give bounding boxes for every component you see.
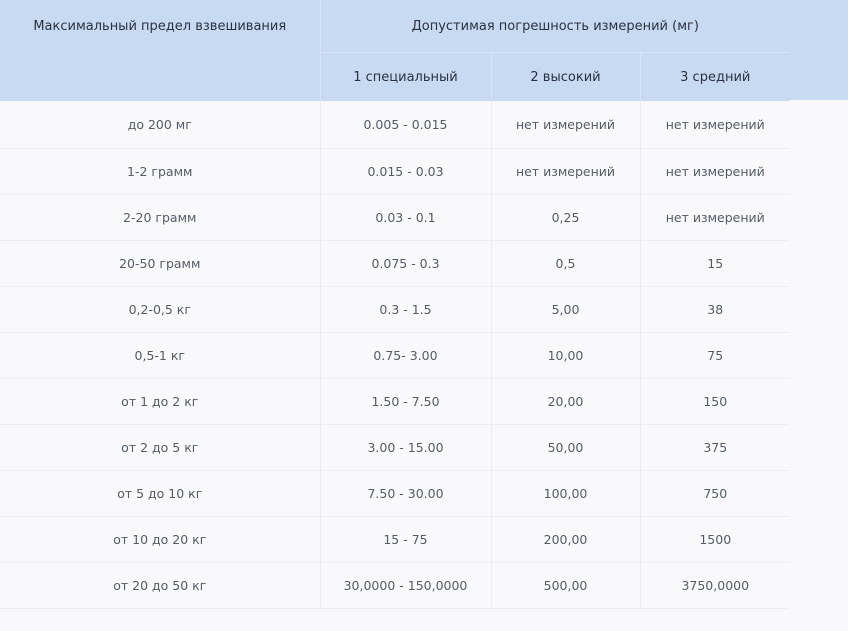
table-cell: 0.75- 3.00 [320, 332, 492, 379]
table-cell: 3750,0000 [640, 562, 791, 609]
table-cell: 750 [640, 470, 791, 517]
table-header: Максимальный предел взвешивания Допустим… [0, 0, 791, 101]
table-cell: 150 [640, 378, 791, 425]
weighing-tolerance-table: Максимальный предел взвешивания Допустим… [0, 0, 791, 609]
table-cell: 0,2-0,5 кг [0, 286, 321, 333]
table-cell: 0,25 [491, 194, 641, 241]
table-cell: 20-50 грамм [0, 240, 321, 287]
table-cell: 0.3 - 1.5 [320, 286, 492, 333]
header-class-high: 2 высокий [491, 52, 641, 101]
header-tolerance-group: Допустимая погрешность измерений (мг) [320, 0, 791, 53]
table-body: до 200 мг 0.005 - 0.015 нет измерений нет и… [0, 101, 791, 609]
table-cell: 200,00 [491, 516, 641, 563]
table-row: 0,5-1 кг 0.75- 3.00 10,00 75 [0, 332, 791, 379]
table-cell: 50,00 [491, 424, 641, 471]
table-cell: от 10 до 20 кг [0, 516, 321, 563]
table-cell: 1-2 грамм [0, 148, 321, 195]
table-cell: 75 [640, 332, 791, 379]
page: Максимальный предел взвешивания Допустим… [0, 0, 848, 631]
table-cell: 15 [640, 240, 791, 287]
table-row: 0,2-0,5 кг 0.3 - 1.5 5,00 38 [0, 286, 791, 333]
table-cell: от 20 до 50 кг [0, 562, 321, 609]
table-cell: 0,5-1 кг [0, 332, 321, 379]
header-max-limit: Максимальный предел взвешивания [0, 0, 321, 53]
table-cell: 20,00 [491, 378, 641, 425]
table-row: 1-2 грамм 0.015 - 0.03 нет измерений нет из… [0, 148, 791, 195]
table-row: 2-20 грамм 0.03 - 0.1 0,25 нет измерений [0, 194, 791, 241]
table-cell: нет измерений [640, 194, 791, 241]
table-cell: 38 [640, 286, 791, 333]
table-cell: 7.50 - 30.00 [320, 470, 492, 517]
table-row: до 200 мг 0.005 - 0.015 нет измерений нет и… [0, 101, 791, 149]
table-cell: от 1 до 2 кг [0, 378, 321, 425]
table-cell: 3.00 - 15.00 [320, 424, 492, 471]
table-row: от 2 до 5 кг 3.00 - 15.00 50,00 375 [0, 424, 791, 471]
table-cell: 0,5 [491, 240, 641, 287]
table-cell: нет измерений [640, 148, 791, 195]
table-cell: 100,00 [491, 470, 641, 517]
table-cell: 10,00 [491, 332, 641, 379]
table-cell: нет измерений [491, 148, 641, 195]
table-cell: 1500 [640, 516, 791, 563]
header-empty-cell [0, 52, 321, 101]
table-cell: 375 [640, 424, 791, 471]
table-cell: 5,00 [491, 286, 641, 333]
table-cell: нет измерений [640, 101, 791, 149]
table-cell: 0.03 - 0.1 [320, 194, 492, 241]
header-class-medium: 3 средний [640, 52, 791, 101]
table-row: от 10 до 20 кг 15 - 75 200,00 1500 [0, 516, 791, 563]
table-cell: 2-20 грамм [0, 194, 321, 241]
table-cell: от 2 до 5 кг [0, 424, 321, 471]
table-cell: 0.005 - 0.015 [320, 101, 492, 149]
table-cell: до 200 мг [0, 101, 321, 149]
table-cell: 0.075 - 0.3 [320, 240, 492, 287]
table-cell: 15 - 75 [320, 516, 492, 563]
table-cell: 500,00 [491, 562, 641, 609]
table-cell: 1.50 - 7.50 [320, 378, 492, 425]
table-cell: 0.015 - 0.03 [320, 148, 492, 195]
table-row: от 1 до 2 кг 1.50 - 7.50 20,00 150 [0, 378, 791, 425]
table-cell: 30,0000 - 150,0000 [320, 562, 492, 609]
table-cell: нет измерений [491, 101, 641, 149]
header-class-special: 1 специальный [320, 52, 492, 101]
table-row: 20-50 грамм 0.075 - 0.3 0,5 15 [0, 240, 791, 287]
table-row: от 20 до 50 кг 30,0000 - 150,0000 500,00 37… [0, 562, 791, 609]
table-cell: от 5 до 10 кг [0, 470, 321, 517]
table-row: от 5 до 10 кг 7.50 - 30.00 100,00 750 [0, 470, 791, 517]
